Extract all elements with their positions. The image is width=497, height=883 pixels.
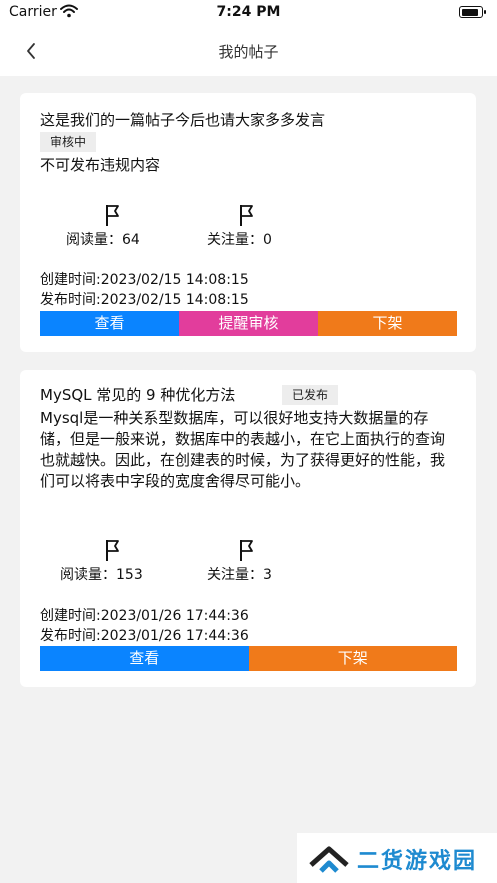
watermark-logo-icon [309,846,349,873]
clock: 7:24 PM [216,4,281,20]
action-buttons: 查看 下架 [40,646,457,671]
take-down-button[interactable]: 下架 [248,646,457,671]
follow-count: 关注量：3 [207,567,272,583]
flag-icon [106,540,119,561]
status-badge: 审核中 [40,132,97,152]
status-bar: Carrier 7:24 PM [0,0,497,26]
published-time: 发布时间:2023/02/15 14:08:15 [40,292,249,308]
read-count: 阅读量：153 [60,567,143,583]
post-content: Mysql是一种关系型数据库，可以很好地支持大数据量的存储，但是一般来说，数据库… [40,409,446,490]
watermark-text: 二货游戏园 [357,849,478,874]
created-time: 创建时间:2023/01/26 17:44:36 [40,608,249,624]
created-time: 创建时间:2023/02/15 14:08:15 [40,272,249,288]
post-title: MySQL 常见的 9 种优化方法 [40,386,236,404]
take-down-button[interactable]: 下架 [318,311,457,336]
read-count: 阅读量：64 [66,232,140,248]
post-content: 不可发布违规内容 [40,156,161,174]
nav-bar: 我的帖子 [0,26,497,76]
page-title: 我的帖子 [218,43,279,61]
watermark: 二货游戏园 [297,833,497,883]
flag-icon [106,205,119,226]
post-card: MySQL 常见的 9 种优化方法 已发布 Mysql是一种关系型数据库，可以很… [20,370,476,687]
flag-icon [240,540,253,561]
action-buttons: 查看 提醒审核 下架 [40,311,457,336]
status-badge: 已发布 [282,385,339,405]
follow-count: 关注量：0 [207,232,272,248]
battery-level [461,8,478,16]
post-title: 这是我们的一篇帖子今后也请大家多多发言 [40,111,326,129]
published-time: 发布时间:2023/01/26 17:44:36 [40,628,249,644]
view-button[interactable]: 查看 [40,311,179,336]
battery-icon [459,6,486,18]
flag-icon [240,205,253,226]
view-button[interactable]: 查看 [40,646,249,671]
post-card: 这是我们的一篇帖子今后也请大家多多发言 审核中 不可发布违规内容 阅读量：64 … [20,93,476,352]
remind-review-button[interactable]: 提醒审核 [179,311,318,336]
